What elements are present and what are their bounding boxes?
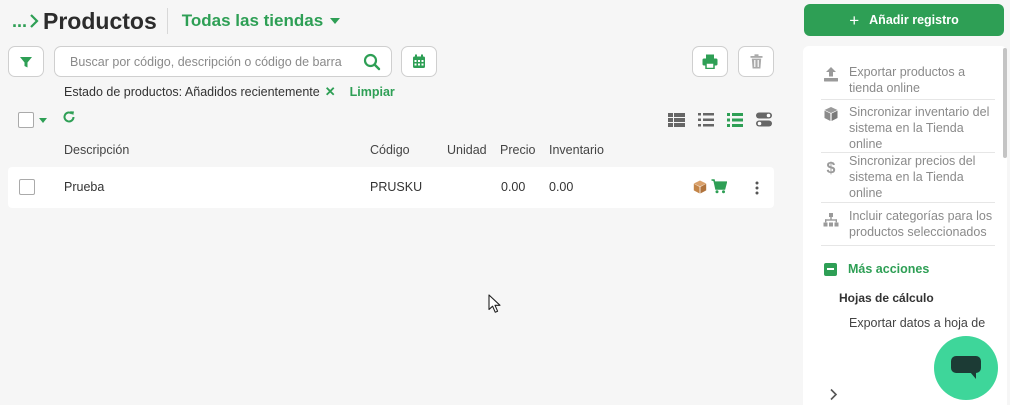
column-header-price[interactable]: Precio [500,143,535,157]
chat-support-button[interactable] [934,336,998,400]
upload-icon [824,67,838,82]
page-title: Productos [43,7,157,34]
toggle-columns-icon[interactable] [756,112,772,127]
active-filter-label: Estado de productos: Añadidos recienteme… [64,85,320,99]
caret-down-icon [330,18,341,24]
store-selector[interactable]: Todas las tiendas [181,11,341,31]
compact-list-icon[interactable] [698,112,714,127]
select-all-control[interactable] [18,112,47,128]
calendar-icon [413,54,425,68]
spreadsheets-heading: Hojas de cálculo [839,291,934,305]
page-header: ... Productos Todas las tiendas [12,6,341,36]
hierarchy-icon [823,213,839,227]
date-filter-button[interactable] [401,46,437,77]
select-all-checkbox[interactable] [18,112,34,128]
row-code: PRUSKU [370,180,423,194]
more-actions-toggle[interactable]: Más acciones [824,262,929,276]
action-label: Incluir categorías para los productos se… [849,209,993,239]
print-button[interactable] [692,46,728,77]
search-box [54,46,392,77]
more-options-icon[interactable] [755,181,759,195]
active-filter: Estado de productos: Añadidos recienteme… [64,84,395,100]
add-record-label: Añadir registro [869,13,959,27]
clear-filters-link[interactable]: Limpiar [350,85,395,99]
row-inventory: 0.00 [549,180,574,194]
row-price: 0.00 [501,180,526,194]
export-to-sheet-link[interactable]: Exportar datos a hoja de [849,316,985,330]
more-actions-label: Más acciones [848,262,930,276]
product-box-icon[interactable] [693,180,707,194]
table-row[interactable]: Prueba PRUSKU 0.00 0.00 [8,167,774,208]
action-label: Sincronizar inventario del sistema en la… [849,105,990,151]
column-header-inventory[interactable]: Inventario [549,143,604,157]
plus-icon: + [849,10,860,30]
column-header-code[interactable]: Código [370,143,410,157]
row-description: Prueba [64,180,105,194]
card-view-icon[interactable] [668,112,685,127]
cube-icon [824,107,838,121]
trash-icon [750,54,762,69]
printer-icon [702,54,718,69]
list-view-icon[interactable] [727,112,743,127]
column-header-unit[interactable]: Unidad [447,143,487,157]
chevron-right-icon[interactable] [829,388,838,401]
view-mode-switcher [668,112,772,127]
header-divider [166,8,168,34]
caret-down-icon[interactable] [39,117,47,123]
chat-icon [951,356,981,379]
online-store-cart-icon[interactable] [711,179,727,194]
action-sync-inventory[interactable]: Sincronizar inventario del sistema en la… [821,104,995,153]
action-label: Exportar productos a tienda online [849,65,966,95]
action-include-categories[interactable]: Incluir categorías para los productos se… [821,208,995,246]
dollar-icon: $ [826,160,836,177]
filter-icon [20,56,32,67]
column-header-description[interactable]: Descripción [64,143,129,157]
search-icon[interactable] [363,53,381,71]
chevron-right-icon [30,14,39,28]
delete-button[interactable] [738,46,774,77]
action-label: Sincronizar precios del sistema en la Ti… [849,154,976,200]
row-checkbox[interactable] [19,179,35,195]
panel-scrollbar[interactable] [1003,48,1007,158]
remove-filter-icon[interactable]: ✕ [325,84,336,100]
breadcrumb-ellipsis[interactable]: ... [12,11,27,32]
search-input[interactable] [70,54,363,69]
filter-button[interactable] [8,46,44,77]
store-selector-label: Todas las tiendas [181,11,324,30]
action-export-online[interactable]: Exportar productos a tienda online [821,64,995,100]
refresh-icon[interactable] [62,110,76,124]
add-record-button[interactable]: + Añadir registro [804,4,1004,36]
mouse-cursor-icon [488,294,501,313]
action-sync-prices[interactable]: $ Sincronizar precios del sistema en la … [821,153,995,203]
collapse-icon [824,262,837,276]
